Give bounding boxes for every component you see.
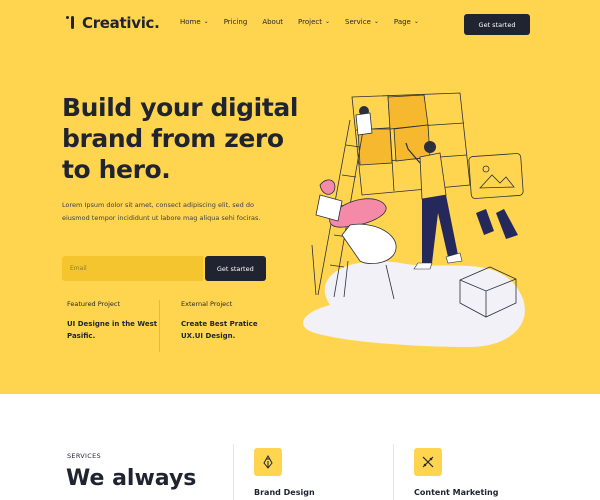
puzzle-board-illustration	[351, 92, 471, 196]
service-card-title[interactable]: Brand Design	[254, 488, 315, 497]
chevron-down-icon: ⌄	[413, 18, 419, 25]
hero-subtext: Lorem Ipsum dolor sit amet, consect adip…	[62, 201, 261, 222]
email-input[interactable]	[62, 256, 203, 281]
boots-illustration	[476, 209, 518, 239]
nav-item-page[interactable]: Page ⌄	[394, 18, 419, 26]
project-title: Create Best Pratice UX.UI Design.	[181, 320, 258, 340]
chevron-down-icon: ⌄	[203, 18, 209, 25]
nav-item-label: Pricing	[223, 18, 248, 26]
nav-item-about[interactable]: About	[262, 18, 283, 26]
project-label: Featured Project	[67, 300, 120, 308]
logo-mark-icon	[66, 15, 78, 31]
get-started-button[interactable]: Get started	[464, 14, 530, 35]
project-highlights: Featured Project UI Designe in the West …	[62, 300, 282, 355]
illustration-blob	[303, 261, 525, 347]
project-divider	[159, 300, 160, 352]
nav-item-project[interactable]: Project ⌄	[298, 18, 330, 26]
services-label: SERVICES	[67, 452, 101, 460]
email-signup-form: Get started	[62, 256, 266, 281]
email-submit-button[interactable]: Get started	[204, 256, 266, 281]
picture-frame-illustration	[468, 153, 524, 199]
main-nav: Home ⌄ Pricing About Project ⌄ Service ⌄…	[180, 18, 419, 26]
nav-item-label: Project	[298, 18, 322, 26]
project-label: External Project	[181, 300, 233, 308]
hero-illustration	[303, 92, 525, 347]
service-divider	[233, 444, 234, 500]
hero-section: Creativic. Home ⌄ Pricing About Project …	[0, 0, 600, 394]
chevron-down-icon: ⌄	[373, 18, 379, 25]
services-heading: We always	[66, 466, 197, 491]
nav-item-label: Service	[345, 18, 371, 26]
brand-logo[interactable]: Creativic.	[66, 14, 160, 32]
nav-item-label: Page	[393, 18, 411, 26]
hero-headline: Build your digital brand from zero to he…	[62, 93, 299, 184]
chevron-down-icon: ⌄	[324, 18, 330, 25]
nav-item-label: Home	[180, 18, 201, 26]
top-navigation-bar: Creativic. Home ⌄ Pricing About Project …	[0, 0, 600, 50]
pencil-ruler-icon	[414, 448, 442, 476]
nav-item-pricing[interactable]: Pricing	[224, 18, 248, 26]
nav-item-home[interactable]: Home ⌄	[180, 18, 209, 26]
nav-item-label: About	[262, 18, 284, 26]
brand-name: Creativic.	[82, 14, 160, 32]
service-divider	[393, 444, 394, 500]
nav-item-service[interactable]: Service ⌄	[345, 18, 379, 26]
project-title: UI Designe in the West Pasific.	[67, 320, 158, 340]
featured-project[interactable]: Featured Project UI Designe in the West …	[67, 300, 162, 342]
service-card-title[interactable]: Content Marketing	[414, 488, 498, 497]
services-section: SERVICES We always Brand Design Content …	[0, 394, 600, 500]
pen-nib-icon	[254, 448, 282, 476]
external-project[interactable]: External Project Create Best Pratice UX.…	[181, 300, 276, 342]
